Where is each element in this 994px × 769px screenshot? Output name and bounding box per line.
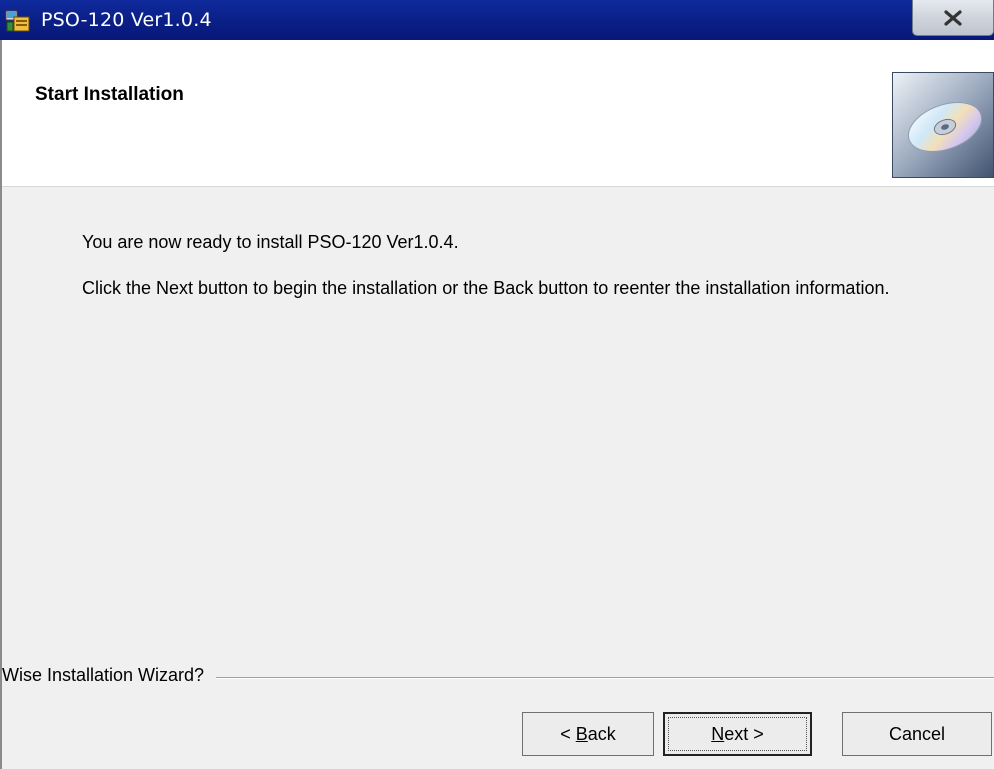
window-title: PSO-120 Ver1.0.4 [41,9,212,31]
next-button[interactable]: Next > [663,712,812,756]
close-button[interactable] [912,0,994,36]
installer-app-icon [5,9,31,33]
instruction-message: Click the Next button to begin the insta… [82,278,890,298]
back-button-mnemonic: B [575,723,588,744]
cancel-button-label: Cancel [888,723,946,744]
ready-message: You are now ready to install PSO-120 Ver… [82,232,459,252]
page-title: Start Installation [35,84,184,105]
wizard-header: Start Installation [2,40,994,187]
cancel-button[interactable]: Cancel [842,712,992,756]
next-button-mnemonic: N [711,723,725,744]
wizard-brand-label: Wise Installation Wizard? [2,665,217,686]
back-button[interactable]: < Back [522,712,654,756]
cd-disc-icon [892,72,994,178]
back-button-label: ack [587,723,616,744]
title-bar[interactable]: PSO-120 Ver1.0.4 [0,0,994,40]
back-button-prefix: < [560,723,576,744]
close-icon [944,10,962,26]
next-button-label: ext > [724,723,764,744]
